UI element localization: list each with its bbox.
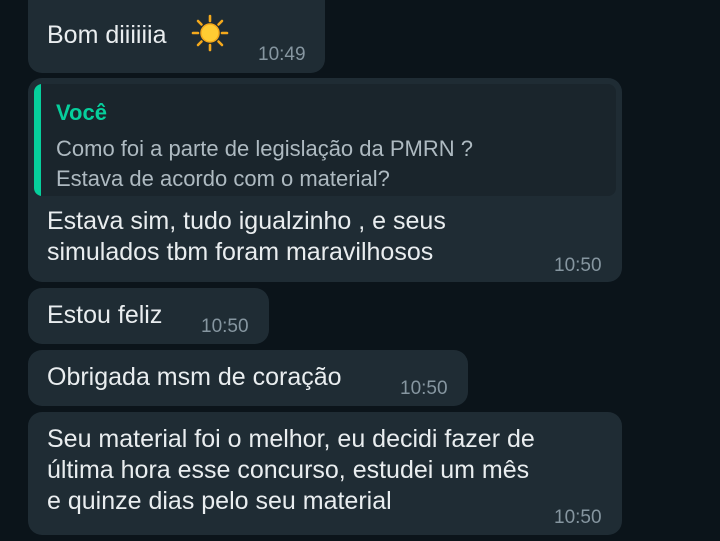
message-timestamp: 10:50 [201,316,249,337]
message-bubble[interactable]: Você Como foi a parte de legislação da P… [28,78,622,282]
quote-author: Você [56,100,107,125]
message-text: Obrigada msm de coração [47,363,342,391]
message-text: Estou feliz [47,301,163,329]
message-timestamp: 10:49 [258,44,306,65]
quote-accent-bar [34,84,41,196]
message-bubble[interactable]: Bom diiiiiia 10:49 [28,0,325,73]
message-bubble[interactable]: Seu material foi o melhor, eu decidi faz… [28,412,622,535]
message-text: Estava sim, tudo igualzinho , e seus sim… [47,207,446,266]
message-timestamp: 10:50 [400,378,448,399]
message-bubble[interactable]: Obrigada msm de coração 10:50 [28,350,468,406]
message-bubble[interactable]: Estou feliz 10:50 [28,288,269,344]
message-timestamp: 10:50 [554,255,602,276]
message-text: Bom diiiiiia [47,21,167,49]
quote-text: Como foi a parte de legislação da PMRN ?… [56,136,473,191]
quoted-message[interactable]: Você Como foi a parte de legislação da P… [34,84,616,196]
message-text: Seu material foi o melhor, eu decidi faz… [47,425,535,515]
sun-emoji-icon [191,14,229,52]
message-timestamp: 10:50 [554,507,602,528]
